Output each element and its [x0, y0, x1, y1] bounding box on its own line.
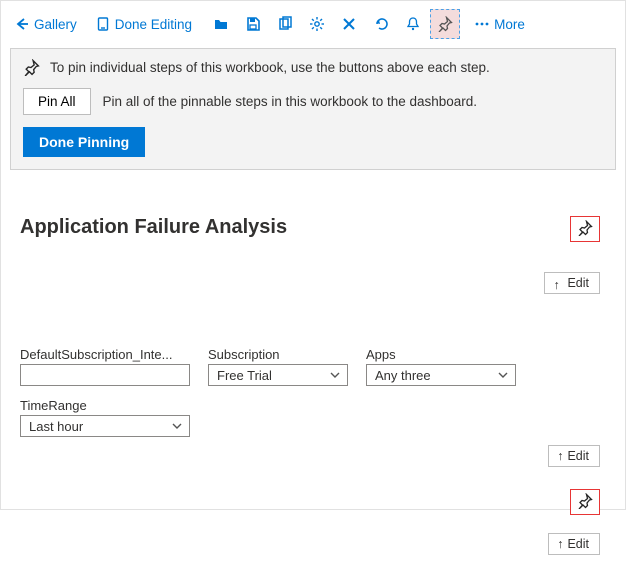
- up-arrow-icon: ↑: [557, 537, 563, 551]
- bell-icon: [405, 16, 421, 32]
- copy-icon: [277, 16, 293, 32]
- done-editing-label: Done Editing: [115, 17, 192, 32]
- param-label: Apps: [366, 347, 516, 362]
- pin-banner: To pin individual steps of this workbook…: [10, 48, 616, 170]
- up-arrow-icon: ↑: [557, 449, 563, 463]
- chevron-down-icon: [497, 369, 509, 381]
- back-label: Gallery: [34, 17, 77, 32]
- cancel-button[interactable]: [334, 9, 364, 39]
- pin-icon: [577, 493, 593, 512]
- param-label: TimeRange: [20, 398, 190, 413]
- chevron-down-icon: [171, 420, 183, 432]
- edit-label: Edit: [567, 449, 589, 463]
- workbook-content: Application Failure Analysis ↑ Edit Defa…: [6, 170, 620, 571]
- param-value: Last hour: [29, 419, 83, 434]
- pin-step-button[interactable]: [570, 489, 600, 515]
- pin-icon: [23, 59, 40, 76]
- save-button[interactable]: [238, 9, 268, 39]
- toolbar: Gallery Done Editing More: [6, 6, 620, 42]
- done-editing-button[interactable]: Done Editing: [91, 9, 196, 39]
- edit-step-button[interactable]: ↑ Edit: [544, 272, 600, 294]
- x-icon: [341, 16, 357, 32]
- param-value: Any three: [375, 368, 431, 383]
- section-parameters: DefaultSubscription_Inte... Subscription…: [20, 347, 606, 467]
- pin-toolbar-button[interactable]: [430, 9, 460, 39]
- param-dropdown[interactable]: Any three: [366, 364, 516, 386]
- param-time-range: TimeRange Last hour: [20, 398, 190, 437]
- back-button[interactable]: Gallery: [10, 9, 81, 39]
- undo-button[interactable]: [366, 9, 396, 39]
- section-step: ↑ Edit: [20, 483, 606, 563]
- pin-icon: [437, 16, 453, 32]
- pin-icon: [577, 220, 593, 239]
- param-apps: Apps Any three: [366, 347, 516, 386]
- param-label: Subscription: [208, 347, 348, 362]
- param-label: DefaultSubscription_Inte...: [20, 347, 190, 362]
- done-pinning-button[interactable]: Done Pinning: [23, 127, 145, 157]
- param-default-subscription: DefaultSubscription_Inte...: [20, 347, 190, 386]
- gear-icon: [309, 16, 325, 32]
- edit-step-button[interactable]: ↑ Edit: [548, 533, 600, 555]
- dots-icon: [474, 16, 490, 32]
- edit-step-button[interactable]: ↑ Edit: [548, 445, 600, 467]
- arrow-left-icon: [14, 16, 30, 32]
- more-label: More: [494, 17, 525, 32]
- open-button[interactable]: [206, 9, 236, 39]
- alerts-button[interactable]: [398, 9, 428, 39]
- pin-all-desc: Pin all of the pinnable steps in this wo…: [103, 94, 478, 109]
- save-icon: [245, 16, 261, 32]
- param-subscription: Subscription Free Trial: [208, 347, 348, 386]
- page-title: Application Failure Analysis: [20, 216, 606, 239]
- undo-icon: [373, 16, 389, 32]
- more-button[interactable]: More: [470, 9, 529, 39]
- param-dropdown[interactable]: [20, 364, 190, 386]
- pin-all-button[interactable]: Pin All: [23, 88, 91, 115]
- edit-label: Edit: [567, 537, 589, 551]
- pin-hint-text: To pin individual steps of this workbook…: [50, 60, 490, 75]
- chevron-down-icon: [329, 369, 341, 381]
- up-arrow-icon: ↑: [553, 278, 563, 288]
- folder-icon: [213, 16, 229, 32]
- copy-button[interactable]: [270, 9, 300, 39]
- param-value: Free Trial: [217, 368, 272, 383]
- edit-label: Edit: [567, 276, 589, 290]
- parameters-grid: DefaultSubscription_Inte... Subscription…: [20, 347, 540, 437]
- settings-button[interactable]: [302, 9, 332, 39]
- section-title: Application Failure Analysis ↑ Edit: [20, 216, 606, 311]
- pin-step-button[interactable]: [570, 216, 600, 242]
- param-dropdown[interactable]: Last hour: [20, 415, 190, 437]
- tablet-icon: [95, 16, 111, 32]
- param-dropdown[interactable]: Free Trial: [208, 364, 348, 386]
